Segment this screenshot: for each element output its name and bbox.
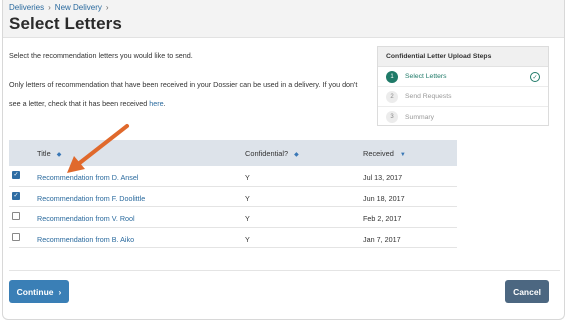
row-checkbox[interactable]: ✓ <box>12 191 20 200</box>
received-date: Jul 13, 2017 <box>363 173 403 182</box>
sort-desc-icon: ▼ <box>399 152 406 158</box>
row-checkbox[interactable]: ✓ <box>12 171 20 179</box>
step-summary: 3 Summary <box>378 107 548 127</box>
step-label: Send Requests <box>405 93 452 100</box>
check-circle-icon: ✓ <box>530 72 540 82</box>
step-number: 2 <box>386 90 398 103</box>
main-panel: Deliveries › New Delivery › Select Lette… <box>2 0 565 320</box>
column-header-received[interactable]: Received ▼ <box>363 149 406 158</box>
step-label: Summary <box>405 113 435 121</box>
row-checkbox[interactable] <box>12 232 20 241</box>
breadcrumb-deliveries[interactable]: Deliveries <box>9 3 44 12</box>
chevron-right-icon: › <box>58 286 62 297</box>
table-row: Recommendation from V. Rool Y Feb 2, 201… <box>9 207 457 228</box>
breadcrumb: Deliveries › New Delivery › <box>9 3 109 12</box>
confidential-value: Y <box>245 234 250 244</box>
page-header: Deliveries › New Delivery › Select Lette… <box>3 0 564 38</box>
intro-text: Select the recommendation letters you wo… <box>9 51 193 60</box>
page-title: Select Letters <box>9 14 122 33</box>
received-date: Feb 2, 2017 <box>363 214 402 223</box>
table-row: Recommendation from B. Aiko Y Jan 7, 201… <box>9 228 457 248</box>
breadcrumb-new-delivery[interactable]: New Delivery <box>55 3 102 12</box>
sort-icon: ◆ <box>294 152 299 158</box>
column-header-title[interactable]: Title ◆ <box>37 149 61 158</box>
confidential-value: Y <box>245 173 250 182</box>
chevron-right-icon: › <box>48 3 51 12</box>
note-suffix: . <box>163 99 166 108</box>
letter-title-link[interactable]: Recommendation from V. Rool <box>37 214 135 223</box>
step-send-requests: 2 Send Requests <box>378 87 548 107</box>
row-checkbox[interactable] <box>12 212 20 220</box>
note-text: Only letters of recommendation that have… <box>9 75 364 113</box>
table-row: ✓ Recommendation from F. Doolittle Y Jun… <box>9 187 457 207</box>
letter-title-link[interactable]: Recommendation from F. Doolittle <box>37 194 145 203</box>
step-select-letters: 1 Select Letters ✓ <box>378 67 548 87</box>
letter-title-link[interactable]: Recommendation from B. Aiko <box>37 235 134 244</box>
cancel-button[interactable]: Cancel <box>505 280 549 303</box>
received-date: Jan 7, 2017 <box>363 234 401 244</box>
confidential-value: Y <box>245 193 250 203</box>
continue-button[interactable]: Continue › <box>9 280 69 303</box>
footer-divider <box>9 270 560 271</box>
note-prefix: Only letters of recommendation that have… <box>9 80 358 108</box>
upload-steps-panel: Confidential Letter Upload Steps 1 Selec… <box>377 46 549 126</box>
column-header-confidential[interactable]: Confidential? ◆ <box>245 149 299 158</box>
step-number: 3 <box>386 111 398 123</box>
here-link[interactable]: here <box>149 99 163 108</box>
annotation-arrow-icon <box>67 124 129 173</box>
step-number: 1 <box>386 70 398 83</box>
step-label: Select Letters <box>405 73 447 80</box>
sort-icon: ◆ <box>56 152 62 158</box>
received-date: Jun 18, 2017 <box>363 193 405 203</box>
chevron-right-icon: › <box>105 3 109 12</box>
confidential-value: Y <box>245 214 250 223</box>
steps-title: Confidential Letter Upload Steps <box>378 47 548 67</box>
